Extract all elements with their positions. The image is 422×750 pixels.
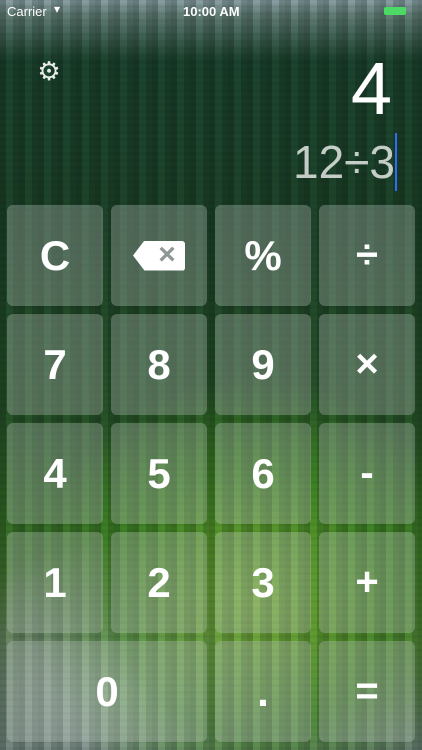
percent-button[interactable]: %: [215, 205, 311, 306]
backspace-glyph: ×: [158, 237, 176, 271]
text-cursor: [395, 133, 397, 191]
two-button[interactable]: 2: [111, 532, 207, 633]
backspace-icon: ×: [133, 237, 185, 271]
three-button[interactable]: 3: [215, 532, 311, 633]
zero-button[interactable]: 0: [7, 641, 207, 742]
battery-icon: [384, 7, 406, 15]
carrier-label: Carrier: [7, 4, 47, 19]
minus-button[interactable]: -: [319, 423, 415, 524]
one-button[interactable]: 1: [7, 532, 103, 633]
nine-button[interactable]: 9: [215, 314, 311, 415]
result-display: 4: [350, 47, 392, 130]
clear-button[interactable]: C: [7, 205, 103, 306]
divide-button[interactable]: ÷: [319, 205, 415, 306]
seven-button[interactable]: 7: [7, 314, 103, 415]
backspace-button[interactable]: ×: [111, 205, 207, 306]
five-button[interactable]: 5: [111, 423, 207, 524]
gear-icon[interactable]: ⚙: [36, 58, 62, 84]
four-button[interactable]: 4: [7, 423, 103, 524]
decimal-button[interactable]: .: [215, 641, 311, 742]
status-bar: Carrier ▾ 10:00 AM: [0, 0, 422, 22]
plus-button[interactable]: +: [319, 532, 415, 633]
expression-display: 12÷3: [293, 136, 395, 188]
wifi-icon: ▾: [54, 2, 61, 16]
eight-button[interactable]: 8: [111, 314, 207, 415]
equals-button[interactable]: =: [319, 641, 415, 742]
calculator-screen: Carrier ▾ 10:00 AM ⚙ 4 12÷3 C × % ÷ 7 8 …: [0, 0, 422, 750]
status-time: 10:00 AM: [183, 4, 240, 19]
multiply-button[interactable]: ×: [319, 314, 415, 415]
six-button[interactable]: 6: [215, 423, 311, 524]
